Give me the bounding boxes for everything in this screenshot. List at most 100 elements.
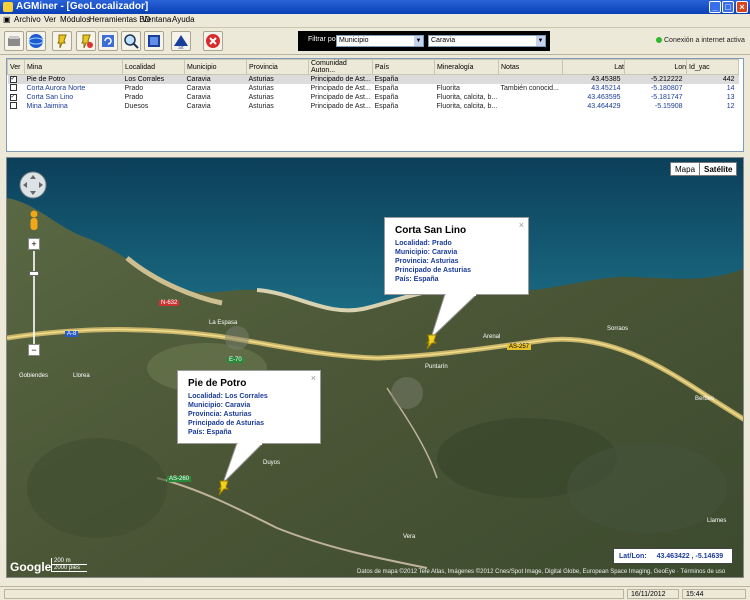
- info-window-corta-san-lino: × Corta San Lino Localidad: Prado Munici…: [384, 217, 529, 295]
- menu-app-icon: ▣: [3, 15, 11, 24]
- book-button[interactable]: [144, 31, 164, 51]
- minimize-button[interactable]: _: [709, 1, 721, 13]
- load-db-button[interactable]: [4, 31, 24, 51]
- zoom-out-button[interactable]: −: [28, 344, 40, 356]
- col-header[interactable]: Notas: [498, 59, 563, 75]
- road-label: E-70: [227, 357, 244, 363]
- svg-text:alt: alt: [178, 45, 184, 50]
- menu-bar: ▣ Archivo Ver Módulos Herramientas BD Ve…: [0, 14, 750, 28]
- cell-comunidad: Principado de Ast...: [310, 102, 371, 110]
- cell-provincia: Asturias: [248, 93, 274, 101]
- close-window-button[interactable]: ×: [736, 1, 748, 13]
- cell-pais: España: [374, 102, 399, 110]
- filter-value-text: Caravia: [431, 37, 456, 44]
- pegman-icon[interactable]: [27, 210, 41, 232]
- cell-municipio: Caravia: [184, 74, 247, 84]
- close-icon[interactable]: ×: [311, 374, 316, 383]
- filter-value-select[interactable]: Caravia ▼: [428, 35, 546, 47]
- window-title: AGMiner - [GeoLocalizador]: [16, 1, 149, 12]
- menu-ver[interactable]: Ver: [44, 15, 56, 24]
- cell-lat: 43.464429: [587, 102, 621, 110]
- app-icon: [3, 2, 13, 12]
- col-header[interactable]: Comunidad Auton...: [308, 59, 373, 75]
- place-label: Puntarín: [425, 364, 448, 370]
- visibility-checkbox-cell: ✓: [8, 93, 25, 102]
- table-row[interactable]: Mina Jaimina Duesos Caravia Asturias Princip…: [8, 101, 739, 111]
- place-label: La Espasa: [209, 320, 238, 326]
- maximize-button[interactable]: □: [722, 1, 734, 13]
- cell-mineralogia: [434, 74, 499, 84]
- pushpin-red-icon: [81, 34, 93, 49]
- scale-imperial: 2000 pies: [51, 565, 87, 572]
- magnifier-icon: [124, 34, 139, 49]
- cell-comunidad: Principado de Ast...: [308, 74, 373, 84]
- cell-id: 13: [726, 93, 735, 101]
- close-icon[interactable]: ×: [519, 221, 524, 230]
- satellite-map[interactable]: La Espasa Llorea Gobiendes Duyos Puntarí…: [6, 157, 744, 578]
- map-type-button[interactable]: Mapa: [670, 162, 701, 176]
- cell-mina: Corta San Lino: [26, 93, 74, 101]
- col-header[interactable]: País: [372, 59, 435, 75]
- col-header[interactable]: Mina: [24, 59, 123, 75]
- zoom-slider-track[interactable]: [33, 251, 35, 351]
- cell-mineralogia: Fluorita, calcita, b...: [436, 102, 498, 110]
- road-label: AS-257: [507, 344, 532, 350]
- cell-notas: [498, 74, 563, 84]
- cell-lon: -5.180807: [650, 84, 683, 92]
- pushpin-icon[interactable]: [424, 334, 440, 350]
- cell-notas: [499, 102, 563, 111]
- cell-provincia: Asturias: [248, 84, 274, 92]
- menu-modulos[interactable]: Módulos: [60, 15, 90, 24]
- info-title: Pie de Potro: [188, 378, 247, 389]
- col-header[interactable]: Provincia: [246, 59, 309, 75]
- satellite-type-button[interactable]: Satélite: [699, 162, 738, 176]
- exit-button[interactable]: [203, 31, 223, 51]
- table-row[interactable]: Corta Aurora Norte Prado Caravia Asturias Pr…: [8, 83, 739, 93]
- pan-control[interactable]: [18, 170, 48, 200]
- col-header[interactable]: Id_yac: [686, 59, 739, 75]
- col-header[interactable]: Municipio: [184, 59, 247, 75]
- checkbox-checked[interactable]: ✓: [9, 76, 17, 84]
- title-bar: AGMiner - [GeoLocalizador] _ □ ×: [0, 0, 750, 14]
- col-header[interactable]: Mineralogía: [434, 59, 499, 75]
- place-label: Sorraos: [607, 326, 629, 332]
- latlon-value: 43.463422 , -5.14639: [656, 553, 724, 560]
- refresh-button[interactable]: [98, 31, 118, 51]
- road-label: N-632: [159, 300, 180, 306]
- cell-municipio: Caravia: [186, 93, 211, 101]
- cell-pais: España: [374, 93, 399, 101]
- table-header: Ver Mina Localidad Municipio Provincia C…: [7, 59, 739, 75]
- menu-ventana[interactable]: Ventana: [142, 15, 171, 24]
- filter-field-select[interactable]: Municipio ▼: [336, 35, 424, 47]
- cell-id: 442: [686, 74, 739, 84]
- remove-pin-button[interactable]: [76, 31, 96, 51]
- table-row[interactable]: ✓ Pie de Potro Los Corrales Caravia Asturias…: [7, 74, 739, 84]
- cell-notas: También conocid...: [500, 84, 559, 92]
- checkbox-unchecked[interactable]: [9, 101, 17, 109]
- menu-archivo[interactable]: Archivo: [14, 15, 41, 24]
- search-button[interactable]: [121, 31, 141, 51]
- col-header[interactable]: Ver: [7, 59, 25, 75]
- cell-mina: Mina Jaimina: [26, 102, 68, 110]
- add-pin-button[interactable]: [52, 31, 72, 51]
- close-circle-icon: [206, 34, 220, 48]
- info-line: Principado de Asturias: [395, 267, 471, 274]
- pushpin-icon[interactable]: [216, 480, 232, 496]
- info-title: Corta San Lino: [395, 225, 467, 236]
- pushpin-icon: [57, 34, 67, 49]
- zoom-in-button[interactable]: +: [28, 238, 40, 250]
- checkbox-unchecked[interactable]: [9, 83, 17, 91]
- table-row[interactable]: ✓ Corta San Lino Prado Caravia Asturias Princ…: [8, 93, 739, 102]
- status-date: 16/11/2012: [627, 589, 679, 599]
- col-header[interactable]: Localidad: [122, 59, 185, 75]
- elevation-button[interactable]: alt: [171, 31, 191, 51]
- col-header[interactable]: Lat: [562, 59, 625, 75]
- zoom-slider-handle[interactable]: [29, 271, 39, 276]
- info-line: País: España: [188, 429, 232, 436]
- menu-ayuda[interactable]: Ayuda: [172, 15, 195, 24]
- checkbox-checked[interactable]: ✓: [9, 94, 17, 101]
- cell-localidad: Los Corrales: [122, 74, 185, 84]
- col-header[interactable]: Lon: [624, 59, 687, 75]
- visibility-checkbox-cell: [8, 83, 25, 93]
- globe-button[interactable]: [26, 31, 46, 51]
